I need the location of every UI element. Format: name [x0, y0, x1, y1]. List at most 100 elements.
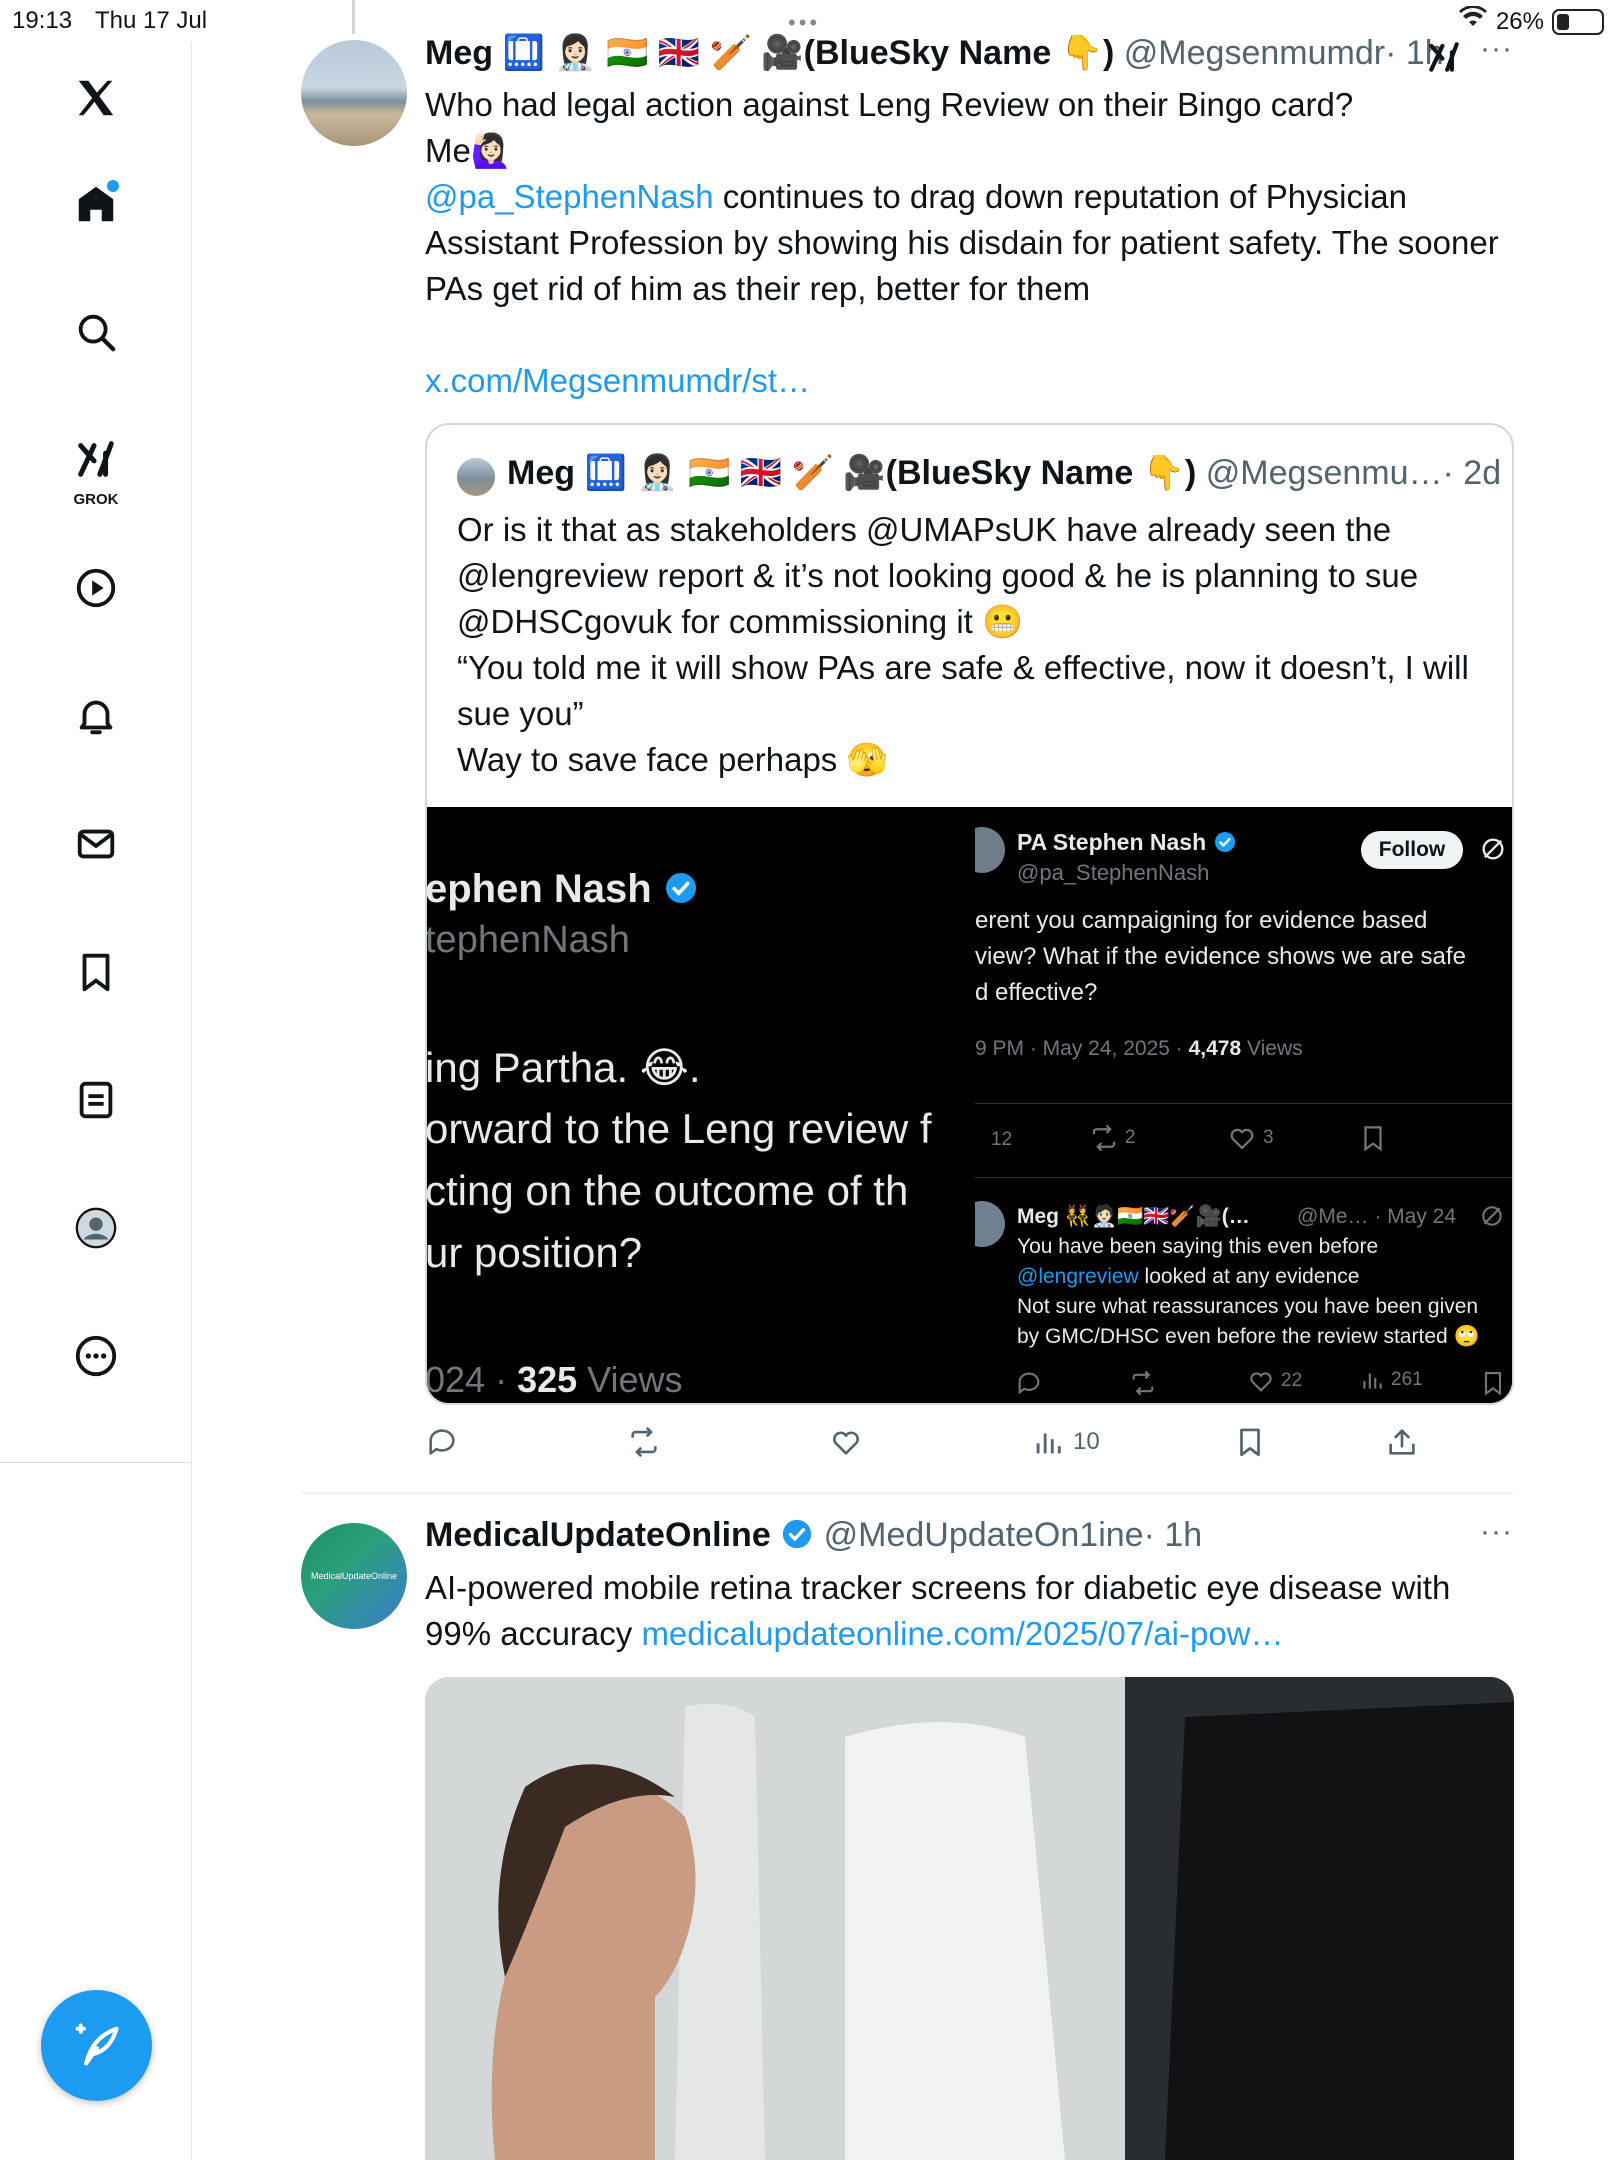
tweet2-image[interactable] — [425, 1677, 1514, 2160]
tweet1-more-icon[interactable]: ··· — [1480, 32, 1513, 66]
tweet1-line1: Who had legal action against Leng Review… — [425, 86, 1354, 123]
tweet2-avatar[interactable]: MedicalUpdateOnline — [301, 1523, 407, 1629]
tweet2-author-handle[interactable]: @MedUpdateOn1ine — [824, 1516, 1144, 1554]
quoted-tweet[interactable]: Meg 🛄 👩🏻‍⚕️ 🇮🇳 🇬🇧 🏏 🎥(BlueSky Name 👇) @M… — [425, 423, 1514, 1405]
tweet2-avatar-text: MedicalUpdateOnline — [310, 1571, 398, 1581]
tweet1-actions: 10 — [425, 1425, 1435, 1465]
grok-rotate-icon — [1479, 835, 1507, 868]
tweet1-avatar[interactable] — [301, 40, 407, 146]
follow-button: Follow — [1361, 831, 1463, 869]
thread-line — [352, 0, 355, 34]
tweet1-line2: Me🙋🏻‍♀️ — [425, 132, 512, 169]
home-notification-dot — [107, 180, 119, 192]
quote-header: Meg 🛄 👩🏻‍⚕️ 🇮🇳 🇬🇧 🏏 🎥(BlueSky Name 👇) @M… — [507, 453, 1501, 493]
grok-explain-icon[interactable] — [1425, 38, 1463, 84]
right-reply-comment-icon — [1015, 1369, 1043, 1402]
left-image-line2: orward to the Leng review f — [427, 1105, 932, 1152]
profile-avatar-icon[interactable] — [60, 1192, 132, 1264]
tweet1-author-name[interactable]: Meg 🛄 👩🏻‍⚕️ 🇮🇳 🇬🇧 🏏 🎥(BlueSky Name 👇) — [425, 34, 1114, 72]
tweet2-header: MedicalUpdateOnline @MedUpdateOn1ine· 1h — [425, 1516, 1202, 1555]
tweet2-body: AI-powered mobile retina tracker screens… — [425, 1565, 1505, 1657]
tweet1-views: 10 — [1073, 1428, 1100, 1455]
quote-text-3: Way to save face perhaps 🫣 — [457, 741, 888, 778]
right-image-handle: @pa_StephenNash — [1017, 860, 1210, 885]
quote-author-name: Meg 🛄 👩🏻‍⚕️ 🇮🇳 🇬🇧 🏏 🎥(BlueSky Name 👇) — [507, 454, 1197, 492]
media-image-right[interactable]: PA Stephen Nash @pa_StephenNash Follow e… — [975, 807, 1512, 1403]
right-reply-avatar — [975, 1201, 1005, 1247]
notifications-bell-icon[interactable] — [60, 680, 132, 752]
right-image-name: PA Stephen Nash — [1017, 829, 1237, 856]
quote-text-1: Or is it that as stakeholders @UMAPsUK h… — [457, 511, 1419, 640]
sidebar-divider — [0, 1462, 192, 1463]
right-reply-line4: by GMC/DHSC even before the review start… — [1017, 1325, 1480, 1348]
quote-avatar — [457, 458, 495, 496]
like-button[interactable] — [829, 1425, 863, 1459]
right-image-reposts: 2 — [1089, 1123, 1136, 1153]
quote-time: · 2d — [1442, 454, 1502, 492]
repost-button[interactable] — [627, 1425, 661, 1459]
right-image-likes: 3 — [1227, 1123, 1274, 1153]
tweet1-header: Meg 🛄 👩🏻‍⚕️ 🇮🇳 🇬🇧 🏏 🎥(BlueSky Name 👇) @M… — [425, 33, 1444, 73]
verified-badge-icon — [665, 873, 696, 903]
search-icon[interactable] — [60, 296, 132, 368]
status-time: 19:13 — [12, 7, 73, 34]
grok-icon[interactable]: GROK — [60, 424, 132, 508]
left-image-line1: ing Partha. 😂. — [427, 1044, 701, 1091]
share-button[interactable] — [1385, 1425, 1419, 1459]
right-image-text3: d effective? — [975, 979, 1098, 1006]
right-reply-handle: @Me… · May 24 — [1297, 1205, 1457, 1228]
media-image-left[interactable]: ephen Nash tephenNash ing Partha. 😂. orw… — [427, 807, 967, 1403]
right-reply-line1: You have been saying this even before — [1017, 1235, 1379, 1258]
more-options-icon[interactable] — [60, 1320, 132, 1392]
tweet2-more-icon[interactable]: ··· — [1480, 1515, 1513, 1549]
quote-author-handle: @Megsenmu… — [1205, 454, 1443, 492]
quote-media[interactable]: ephen Nash tephenNash ing Partha. 😂. orw… — [427, 807, 1512, 1403]
tweet1-body: Who had legal action against Leng Review… — [425, 82, 1505, 404]
right-reply-views: 261 — [1359, 1367, 1423, 1393]
grok-label: GROK — [73, 491, 119, 508]
right-image-bookmark-icon — [1358, 1123, 1388, 1158]
left-image-line4: ur position? — [427, 1229, 643, 1276]
x-logo-icon[interactable] — [60, 62, 132, 134]
sidebar: GROK — [0, 42, 192, 2160]
tweet-divider — [301, 1492, 1514, 1494]
right-image-meta: 9 PM · May 24, 2025 · 4,478 Views — [975, 1037, 1303, 1060]
bookmarks-icon[interactable] — [60, 936, 132, 1008]
right-image-avatar — [975, 827, 1005, 873]
reply-icon — [429, 1429, 455, 1455]
retina-scanner-photo — [425, 1677, 1514, 2160]
reply-button[interactable] — [425, 1425, 459, 1459]
left-image-name: ephen Nash — [427, 867, 699, 912]
right-reply-bookmark-icon — [1479, 1369, 1507, 1402]
compose-post-button[interactable] — [41, 1990, 152, 2101]
status-date: Thu 17 Jul — [95, 7, 208, 34]
quote-text-2: “You told me it will show PAs are safe &… — [457, 649, 1469, 732]
right-image-text2: view? What if the evidence shows we are … — [975, 943, 1466, 970]
repost-icon — [631, 1426, 657, 1458]
tweet2-link[interactable]: medicalupdateonline.com/2025/07/ai-pow… — [641, 1615, 1283, 1652]
tweet2-author-name[interactable]: MedicalUpdateOnline — [425, 1516, 771, 1554]
right-reply-name: Meg 👯🧑🏻‍⚕️🇮🇳🇬🇧🏏🎥(… — [1017, 1205, 1250, 1228]
right-image-replies: 12 — [991, 1129, 1013, 1150]
verified-badge-icon — [783, 1519, 812, 1549]
tweet1-mention[interactable]: @pa_StephenNash — [425, 178, 714, 215]
left-image-handle: tephenNash — [427, 919, 630, 961]
right-reply-line2: @lengreview looked at any evidence — [1017, 1265, 1360, 1288]
verified-badge-icon — [1214, 832, 1235, 852]
left-image-footer: 024 · 325 Views — [427, 1359, 683, 1400]
right-reply-line3: Not sure what reassurances you have been… — [1017, 1295, 1479, 1318]
tweet1-author-handle[interactable]: @Megsenmumdr — [1124, 34, 1385, 72]
messages-envelope-icon[interactable] — [60, 808, 132, 880]
right-image-text1: erent you campaigning for evidence based — [975, 907, 1428, 934]
bookmark-button[interactable] — [1233, 1425, 1267, 1459]
tweet1-link[interactable]: x.com/Megsenmumdr/st… — [425, 358, 1505, 404]
home-icon[interactable] — [60, 168, 132, 240]
analytics-icon — [1036, 1433, 1061, 1454]
tweet1-line3: @pa_StephenNash continues to drag down r… — [425, 174, 1505, 312]
video-icon[interactable] — [60, 552, 132, 624]
lists-icon[interactable] — [60, 1064, 132, 1136]
grok-rotate-icon — [1479, 1203, 1505, 1234]
views-button[interactable]: 10 — [1031, 1425, 1100, 1459]
compose-feather-icon — [75, 2022, 119, 2065]
battery-icon — [1552, 8, 1604, 35]
